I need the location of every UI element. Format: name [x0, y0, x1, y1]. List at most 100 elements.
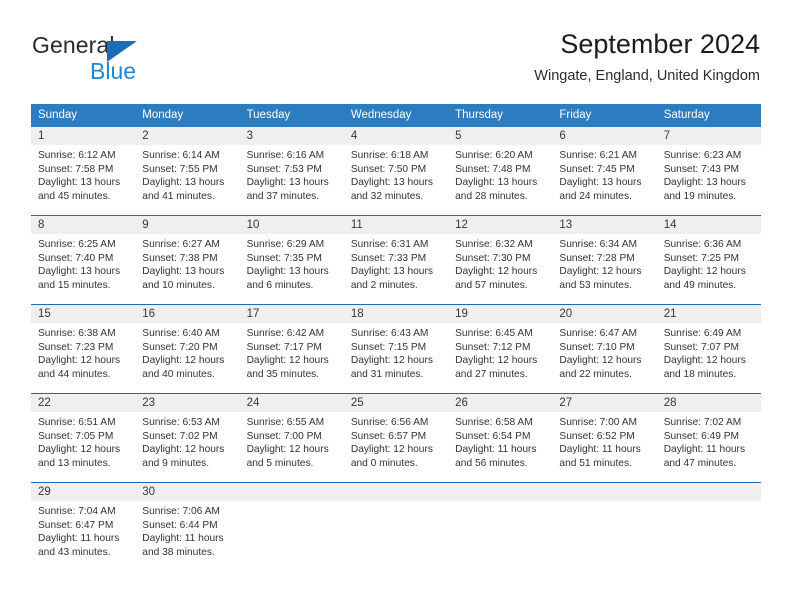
- calendar-day-cell-empty: [343, 483, 449, 571]
- calendar-day-cell[interactable]: 23 Sunrise: 6:53 AM Sunset: 7:02 PM Dayligh…: [135, 394, 240, 482]
- calendar-day-cell[interactable]: 7 Sunrise: 6:23 AM Sunset: 7:43 PM Daylight…: [656, 127, 761, 215]
- sunset-text: Sunset: 6:57 PM: [350, 430, 427, 442]
- day-number: 26: [448, 394, 553, 412]
- calendar-day-cell[interactable]: 5 Sunrise: 6:20 AM Sunset: 7:48 PM Daylight…: [448, 127, 553, 215]
- sunset-text: Sunset: 7:53 PM: [246, 163, 322, 175]
- day-number: 23: [135, 394, 240, 412]
- calendar-day-cell[interactable]: 27 Sunrise: 7:00 AM Sunset: 6:52 PM Dayligh…: [552, 394, 657, 482]
- day-number: 13: [552, 216, 657, 234]
- sunset-text: Sunset: 7:25 PM: [663, 252, 740, 264]
- calendar-day-cell[interactable]: 19 Sunrise: 6:45 AM Sunset: 7:12 PM Dayligh…: [448, 305, 553, 393]
- day-number: 10: [239, 216, 344, 234]
- sunrise-text: Sunrise: 7:02 AM: [663, 417, 742, 428]
- calendar-day-cell[interactable]: 30 Sunrise: 7:06 AM Sunset: 6:44 PM Dayligh…: [135, 483, 240, 571]
- weekday-header-row: Sunday Monday Tuesday Wednesday Thursday…: [31, 104, 761, 127]
- sunrise-text: Sunrise: 6:40 AM: [142, 328, 220, 339]
- daylight-text: Daylight: 13 hours and 19 minutes.: [663, 177, 746, 202]
- sunset-text: Sunset: 7:58 PM: [38, 163, 114, 175]
- sunset-text: Sunset: 7:17 PM: [246, 341, 322, 353]
- calendar-day-cell[interactable]: 8 Sunrise: 6:25 AM Sunset: 7:40 PM Daylight…: [31, 216, 136, 304]
- sunset-text: Sunset: 7:28 PM: [559, 252, 635, 264]
- sunrise-text: Sunrise: 6:29 AM: [246, 239, 325, 250]
- day-number: 27: [552, 394, 657, 412]
- daylight-text: Daylight: 13 hours and 45 minutes.: [38, 177, 121, 202]
- sunrise-text: Sunrise: 6:18 AM: [350, 150, 429, 161]
- calendar-day-cell[interactable]: 24 Sunrise: 6:55 AM Sunset: 7:00 PM Dayligh…: [239, 394, 344, 482]
- sunrise-text: Sunrise: 6:45 AM: [455, 328, 533, 339]
- weekday-header-tuesday: Tuesday: [246, 109, 291, 121]
- calendar-week-row: 1 Sunrise: 6:12 AM Sunset: 7:58 PM Daylight…: [31, 127, 761, 215]
- calendar-day-cell[interactable]: 14 Sunrise: 6:36 AM Sunset: 7:25 PM Dayligh…: [656, 216, 761, 304]
- sunset-text: Sunset: 7:02 PM: [142, 430, 218, 442]
- daylight-text: Daylight: 12 hours and 0 minutes.: [350, 444, 433, 469]
- sunrise-text: Sunrise: 6:49 AM: [663, 328, 742, 339]
- day-number: 14: [656, 216, 761, 234]
- day-number: [239, 483, 344, 501]
- sunrise-text: Sunrise: 6:31 AM: [350, 239, 429, 250]
- calendar-day-cell[interactable]: 21 Sunrise: 6:49 AM Sunset: 7:07 PM Dayligh…: [656, 305, 761, 393]
- daylight-text: Daylight: 12 hours and 49 minutes.: [663, 266, 746, 291]
- daylight-text: Daylight: 12 hours and 35 minutes.: [246, 355, 329, 380]
- calendar-day-cell[interactable]: 6 Sunrise: 6:21 AM Sunset: 7:45 PM Daylight…: [552, 127, 657, 215]
- calendar-day-cell[interactable]: 11 Sunrise: 6:31 AM Sunset: 7:33 PM Dayligh…: [343, 216, 449, 304]
- daylight-text: Daylight: 11 hours and 38 minutes.: [142, 533, 224, 558]
- sunrise-text: Sunrise: 6:53 AM: [142, 417, 220, 428]
- day-details: Sunrise: 7:06 AM Sunset: 6:44 PM Daylight:…: [135, 501, 239, 559]
- day-details: Sunrise: 6:42 AM Sunset: 7:17 PM Daylight:…: [240, 323, 344, 381]
- sunrise-text: Sunrise: 6:34 AM: [559, 239, 637, 250]
- sunset-text: Sunset: 6:47 PM: [38, 519, 114, 531]
- calendar-day-cell[interactable]: 16 Sunrise: 6:40 AM Sunset: 7:20 PM Dayligh…: [135, 305, 240, 393]
- logo-text-general: General: [32, 32, 115, 58]
- daylight-text: Daylight: 12 hours and 53 minutes.: [559, 266, 642, 291]
- day-details: Sunrise: 6:23 AM Sunset: 7:43 PM Daylight:…: [657, 145, 761, 203]
- sunrise-text: Sunrise: 6:42 AM: [246, 328, 325, 339]
- sunrise-text: Sunrise: 6:36 AM: [663, 239, 742, 250]
- day-details: Sunrise: 6:14 AM Sunset: 7:55 PM Daylight:…: [135, 145, 239, 203]
- sunrise-text: Sunrise: 6:23 AM: [663, 150, 742, 161]
- day-number: 24: [239, 394, 344, 412]
- day-details: Sunrise: 6:51 AM Sunset: 7:05 PM Daylight:…: [31, 412, 135, 470]
- daylight-text: Daylight: 12 hours and 40 minutes.: [142, 355, 225, 380]
- day-details: Sunrise: 6:18 AM Sunset: 7:50 PM Daylight:…: [344, 145, 448, 203]
- sunrise-text: Sunrise: 6:58 AM: [455, 417, 533, 428]
- sunrise-text: Sunrise: 6:12 AM: [38, 150, 116, 161]
- calendar-page: General Blue September 2024 Wingate, Eng…: [0, 0, 792, 612]
- calendar-day-cell[interactable]: 12 Sunrise: 6:32 AM Sunset: 7:30 PM Dayligh…: [448, 216, 553, 304]
- calendar-day-cell[interactable]: 18 Sunrise: 6:43 AM Sunset: 7:15 PM Dayligh…: [343, 305, 449, 393]
- calendar-day-cell[interactable]: 9 Sunrise: 6:27 AM Sunset: 7:38 PM Daylight…: [135, 216, 240, 304]
- sunset-text: Sunset: 6:44 PM: [142, 519, 218, 531]
- daylight-text: Daylight: 12 hours and 22 minutes.: [559, 355, 642, 380]
- day-number: 28: [656, 394, 761, 412]
- calendar-day-cell[interactable]: 13 Sunrise: 6:34 AM Sunset: 7:28 PM Dayligh…: [552, 216, 657, 304]
- daylight-text: Daylight: 13 hours and 28 minutes.: [455, 177, 538, 202]
- calendar-day-cell[interactable]: 4 Sunrise: 6:18 AM Sunset: 7:50 PM Daylight…: [343, 127, 449, 215]
- calendar-day-cell[interactable]: 15 Sunrise: 6:38 AM Sunset: 7:23 PM Dayligh…: [31, 305, 136, 393]
- day-number: [552, 483, 657, 501]
- calendar-day-cell[interactable]: 17 Sunrise: 6:42 AM Sunset: 7:17 PM Dayligh…: [239, 305, 344, 393]
- day-details: Sunrise: 6:40 AM Sunset: 7:20 PM Daylight:…: [135, 323, 239, 381]
- day-number: 15: [31, 305, 136, 323]
- calendar-day-cell[interactable]: 10 Sunrise: 6:29 AM Sunset: 7:35 PM Dayligh…: [239, 216, 344, 304]
- day-number: 11: [343, 216, 449, 234]
- calendar-day-cell[interactable]: 29 Sunrise: 7:04 AM Sunset: 6:47 PM Dayligh…: [31, 483, 136, 571]
- day-number: 6: [552, 127, 657, 145]
- daylight-text: Daylight: 13 hours and 2 minutes.: [350, 266, 433, 291]
- calendar-day-cell-empty: [552, 483, 657, 571]
- day-number: 12: [448, 216, 553, 234]
- day-details: Sunrise: 6:38 AM Sunset: 7:23 PM Daylight:…: [31, 323, 135, 381]
- calendar-day-cell[interactable]: 3 Sunrise: 6:16 AM Sunset: 7:53 PM Daylight…: [239, 127, 344, 215]
- calendar-day-cell[interactable]: 2 Sunrise: 6:14 AM Sunset: 7:55 PM Daylight…: [135, 127, 240, 215]
- day-details: Sunrise: 6:27 AM Sunset: 7:38 PM Daylight:…: [135, 234, 239, 292]
- day-details: Sunrise: 7:00 AM Sunset: 6:52 PM Daylight:…: [552, 412, 656, 470]
- day-details: Sunrise: 6:12 AM Sunset: 7:58 PM Daylight:…: [31, 145, 135, 203]
- calendar-day-cell[interactable]: 22 Sunrise: 6:51 AM Sunset: 7:05 PM Dayligh…: [31, 394, 136, 482]
- weekday-header-friday: Friday: [559, 109, 592, 121]
- calendar-day-cell-empty: [656, 483, 761, 571]
- calendar-day-cell[interactable]: 28 Sunrise: 7:02 AM Sunset: 6:49 PM Dayligh…: [656, 394, 761, 482]
- calendar-day-cell[interactable]: 26 Sunrise: 6:58 AM Sunset: 6:54 PM Dayligh…: [448, 394, 553, 482]
- calendar-day-cell[interactable]: 25 Sunrise: 6:56 AM Sunset: 6:57 PM Dayligh…: [343, 394, 449, 482]
- calendar-day-cell[interactable]: 20 Sunrise: 6:47 AM Sunset: 7:10 PM Dayligh…: [552, 305, 657, 393]
- sunrise-text: Sunrise: 7:06 AM: [142, 506, 220, 517]
- calendar-day-cell[interactable]: 1 Sunrise: 6:12 AM Sunset: 7:58 PM Daylight…: [31, 127, 136, 215]
- sunrise-text: Sunrise: 6:20 AM: [455, 150, 533, 161]
